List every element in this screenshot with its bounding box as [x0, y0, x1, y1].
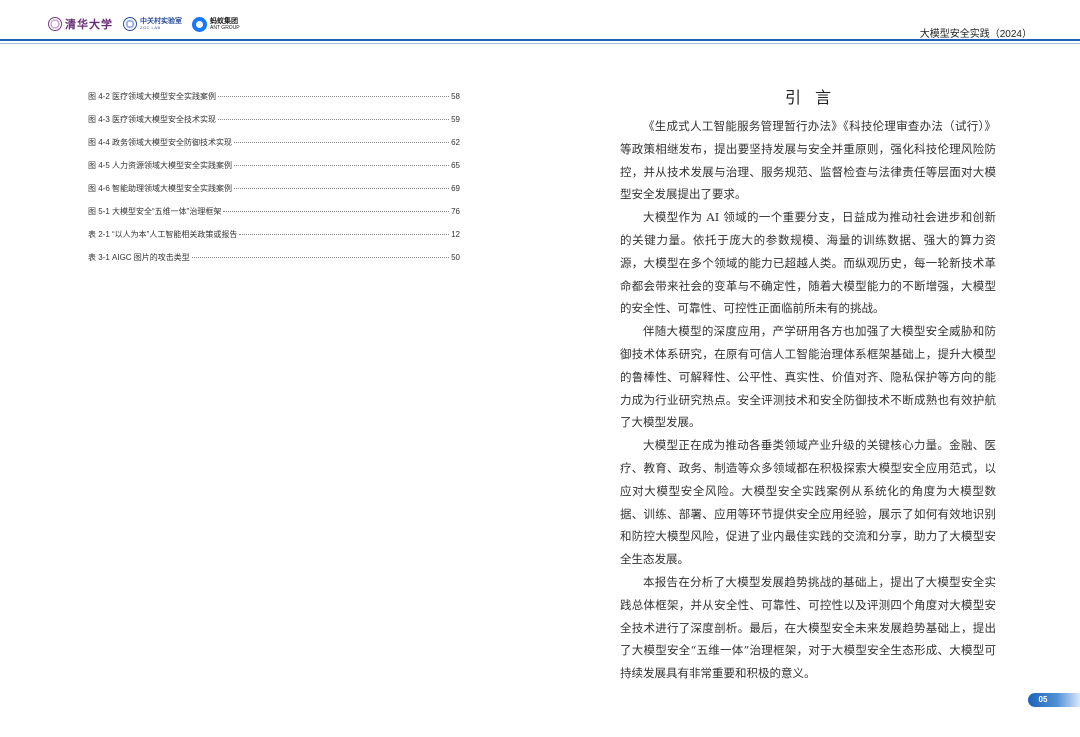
toc-entry[interactable]: 图 5-1 大模型安全“五维一体”治理框架 76 — [88, 206, 460, 229]
toc-leader-dots — [218, 119, 450, 120]
toc-entry-page: 50 — [451, 253, 460, 262]
tsinghua-logo: 清华大学 — [48, 16, 113, 32]
toc-entry-label: 图 4-5 人力资源领域大模型安全实践案例 — [88, 161, 233, 170]
ant-group-logo: 蚂蚁集团 ANT GROUP — [192, 16, 240, 32]
toc-entry-label: 表 2-1 “以人为本”人工智能相关政策或报告 — [88, 230, 238, 239]
toc-leader-dots — [234, 165, 450, 166]
toc-entry-label: 表 3-1 AIGC 图片的攻击类型 — [88, 253, 190, 262]
toc-entry-label: 图 5-1 大模型安全“五维一体”治理框架 — [88, 207, 222, 216]
introduction-section: 引言 《生成式人工智能服务管理暂行办法》《科技伦理审查办法（试行）》等政策相继发… — [620, 85, 996, 685]
zgc-lab-name-en: ZGC LAB — [140, 25, 161, 30]
tsinghua-seal-icon — [48, 17, 62, 31]
report-title: 大模型安全实践（2024） — [919, 29, 1032, 40]
intro-paragraph: 大模型作为 AI 领域的一个重要分支，日益成为推动社会进步和创新的关键力量。依托… — [620, 210, 996, 316]
page-header: 清华大学 中关村实验室 ZGC LAB 蚂蚁集团 ANT GROUP 大模型安全… — [0, 0, 1080, 46]
toc-entry-page: 12 — [451, 230, 460, 239]
header-rule-light — [0, 43, 1080, 44]
toc-entry-page: 58 — [451, 92, 460, 101]
toc-leader-dots — [191, 257, 450, 258]
page-number: 05 — [1038, 695, 1048, 704]
intro-paragraph: 本报告在分析了大模型发展趋势挑战的基础上，提出了大模型安全实践总体框架，并从安全… — [620, 574, 996, 681]
ant-group-name-cn: 蚂蚁集团 — [210, 17, 238, 25]
ant-group-emblem-icon — [192, 16, 207, 32]
intro-paragraph: 大模型正在成为推动各垂类领域产业升级的关键核心力量。金融、医疗、教育、政务、制造… — [620, 438, 996, 567]
toc-entry-label: 图 4-6 智能助理领域大模型安全实践案例 — [88, 184, 233, 193]
ant-group-name-en: ANT GROUP — [210, 24, 240, 31]
toc-entry-page: 65 — [451, 161, 460, 170]
toc-leader-dots — [234, 188, 450, 189]
toc-leader-dots — [223, 211, 450, 212]
toc-entry[interactable]: 图 4-3 医疗领域大模型安全技术实现 59 — [88, 114, 460, 137]
toc-entry[interactable]: 图 4-5 人力资源领域大模型安全实践案例 65 — [88, 160, 460, 183]
toc-leader-dots — [218, 96, 450, 97]
toc-leader-dots — [234, 142, 450, 143]
toc-entry-label: 图 4-3 医疗领域大模型安全技术实现 — [88, 115, 217, 124]
zgc-lab-name-cn: 中关村实验室 — [140, 18, 182, 25]
header-rule — [0, 39, 1080, 41]
toc-entry[interactable]: 表 3-1 AIGC 图片的攻击类型 50 — [88, 252, 460, 275]
toc-entry-page: 69 — [451, 184, 460, 193]
toc-entry-label: 图 4-2 医疗领域大模型安全实践案例 — [88, 92, 217, 101]
logo-group: 清华大学 中关村实验室 ZGC LAB 蚂蚁集团 ANT GROUP — [48, 16, 240, 32]
toc-entry[interactable]: 表 2-1 “以人为本”人工智能相关政策或报告 12 — [88, 229, 460, 252]
toc-entry-page: 76 — [451, 207, 460, 216]
toc-entry[interactable]: 图 4-6 智能助理领域大模型安全实践案例 69 — [88, 183, 460, 206]
toc-entry[interactable]: 图 4-2 医疗领域大模型安全实践案例 58 — [88, 91, 460, 114]
toc-entry-page: 59 — [451, 115, 460, 124]
toc-leader-dots — [239, 234, 450, 235]
toc-entry-page: 62 — [451, 138, 460, 147]
zgc-lab-emblem-icon — [123, 17, 137, 31]
section-title: 引言 — [784, 88, 845, 107]
intro-paragraph: 《生成式人工智能服务管理暂行办法》《科技伦理审查办法（试行）》等政策相继发布，提… — [620, 119, 996, 202]
toc-entry-label: 图 4-4 政务领域大模型安全防御技术实现 — [88, 138, 233, 147]
toc-entry[interactable]: 图 4-4 政务领域大模型安全防御技术实现 62 — [88, 137, 460, 160]
figure-table-list: 图 4-2 医疗领域大模型安全实践案例 58 图 4-3 医疗领域大模型安全技术… — [88, 91, 460, 275]
intro-paragraph: 伴随大模型的深度应用，产学研用各方也加强了大模型安全威胁和防御技术体系研究，在原… — [620, 324, 996, 430]
tsinghua-wordmark: 清华大学 — [65, 18, 113, 31]
zgc-lab-logo: 中关村实验室 ZGC LAB — [123, 17, 182, 31]
